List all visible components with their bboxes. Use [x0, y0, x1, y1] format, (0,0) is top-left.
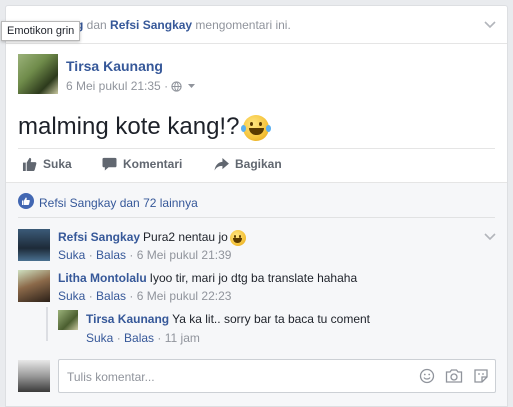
comment-actions: Suka · Balas · 6 Mei pukul 21:39 — [58, 248, 232, 262]
comments-section: Refsi Sangkay dan 72 lainnya Refsi Sangk… — [6, 182, 507, 406]
comment-text: Iyoo tir, mari jo dtg ba translate hahah… — [149, 271, 358, 285]
like-button-label: Suka — [43, 157, 72, 171]
comment-button[interactable]: Komentari — [102, 157, 182, 171]
actions-divider — [18, 148, 495, 149]
replier-name[interactable]: Tirsa Kaunang — [86, 312, 169, 326]
like-button[interactable]: Suka — [22, 157, 72, 171]
camera-icon[interactable] — [445, 368, 463, 384]
emoji-tooltip: Emotikon grin — [1, 21, 81, 41]
grin-emoji-icon — [229, 230, 246, 246]
likes-summary[interactable]: Refsi Sangkay dan 72 lainnya — [18, 193, 198, 212]
post-text-content: malming kote kang!? — [18, 113, 240, 140]
post-card: g dan Refsi Sangkay mengomentari ini. Ti… — [1, 5, 508, 407]
post-text: malming kote kang!? — [18, 113, 272, 141]
audience-dropdown-icon[interactable] — [187, 78, 195, 92]
reply-timestamp[interactable]: 11 jam — [165, 331, 200, 345]
audience-globe-icon[interactable] — [171, 81, 183, 95]
commenter-name[interactable]: Refsi Sangkay — [58, 230, 140, 244]
reply-like-link[interactable]: Suka — [86, 331, 113, 345]
reply-thread-line — [46, 307, 48, 341]
likes-divider — [18, 217, 495, 218]
activity-conjunction: dan — [83, 18, 111, 32]
author-avatar[interactable] — [18, 54, 58, 94]
share-button[interactable]: Bagikan — [214, 157, 282, 171]
thumbs-up-icon — [22, 157, 37, 171]
comment-like-link[interactable]: Suka — [58, 248, 85, 262]
likes-summary-text[interactable]: Refsi Sangkay dan 72 lainnya — [39, 196, 198, 210]
sticker-icon[interactable] — [473, 368, 489, 384]
commenter-avatar[interactable] — [18, 229, 50, 261]
activity-suffix: mengomentari ini. — [192, 18, 291, 32]
emoji-picker-icon[interactable] — [419, 368, 435, 384]
comment-input-placeholder: Tulis komentar... — [67, 370, 155, 384]
post-actions: Suka Komentari Bagikan — [18, 151, 498, 183]
comment-actions: Suka · Balas · 6 Mei pukul 22:23 — [58, 289, 232, 303]
comment-button-label: Komentari — [123, 157, 183, 171]
share-arrow-icon — [214, 157, 229, 171]
comment-bubble-icon — [102, 157, 117, 171]
comment-body: Litha Montolalu Iyoo tir, mari jo dtg ba … — [58, 271, 357, 285]
reply-body: Tirsa Kaunang Ya ka lit.. sorry bar ta ba… — [86, 312, 370, 326]
comment-body: Refsi Sangkay Pura2 nentau jo — [58, 230, 246, 246]
commenter-avatar[interactable] — [18, 270, 50, 302]
post-timestamp[interactable]: 6 Mei pukul 21:35 — [66, 79, 161, 93]
reply-reply-link[interactable]: Balas — [124, 331, 154, 345]
activity-text: g dan Refsi Sangkay mengomentari ini. — [76, 18, 291, 32]
activity-name-2[interactable]: Refsi Sangkay — [110, 18, 192, 32]
commenter-name[interactable]: Litha Montolalu — [58, 271, 147, 285]
post-meta: 6 Mei pukul 21:35 · — [66, 78, 195, 95]
comment-timestamp[interactable]: 6 Mei pukul 22:23 — [137, 289, 232, 303]
meta-separator: · — [160, 79, 172, 93]
like-reaction-icon — [18, 193, 34, 212]
comment-timestamp[interactable]: 6 Mei pukul 21:39 — [137, 248, 232, 262]
activity-header: g dan Refsi Sangkay mengomentari ini. — [6, 6, 507, 44]
reply-actions: Suka · Balas · 11 jam — [86, 331, 200, 345]
comment-reply-link[interactable]: Balas — [96, 289, 126, 303]
comment-reply-link[interactable]: Balas — [96, 248, 126, 262]
comment-text: Pura2 nentau jo — [143, 230, 228, 245]
reply-text: Ya ka lit.. sorry bar ta baca tu coment — [172, 312, 371, 326]
current-user-avatar — [18, 360, 50, 392]
comment-options-chevron-icon[interactable] — [484, 233, 496, 243]
composer-tools — [419, 368, 489, 384]
share-button-label: Bagikan — [235, 157, 282, 171]
post-author-name[interactable]: Tirsa Kaunang — [66, 58, 163, 74]
post-options-chevron-icon[interactable] — [484, 21, 496, 31]
replier-avatar[interactable] — [58, 310, 78, 330]
tears-of-joy-emoji-icon — [241, 114, 272, 141]
comment-like-link[interactable]: Suka — [58, 289, 85, 303]
comment-input[interactable]: Tulis komentar... — [58, 359, 496, 393]
